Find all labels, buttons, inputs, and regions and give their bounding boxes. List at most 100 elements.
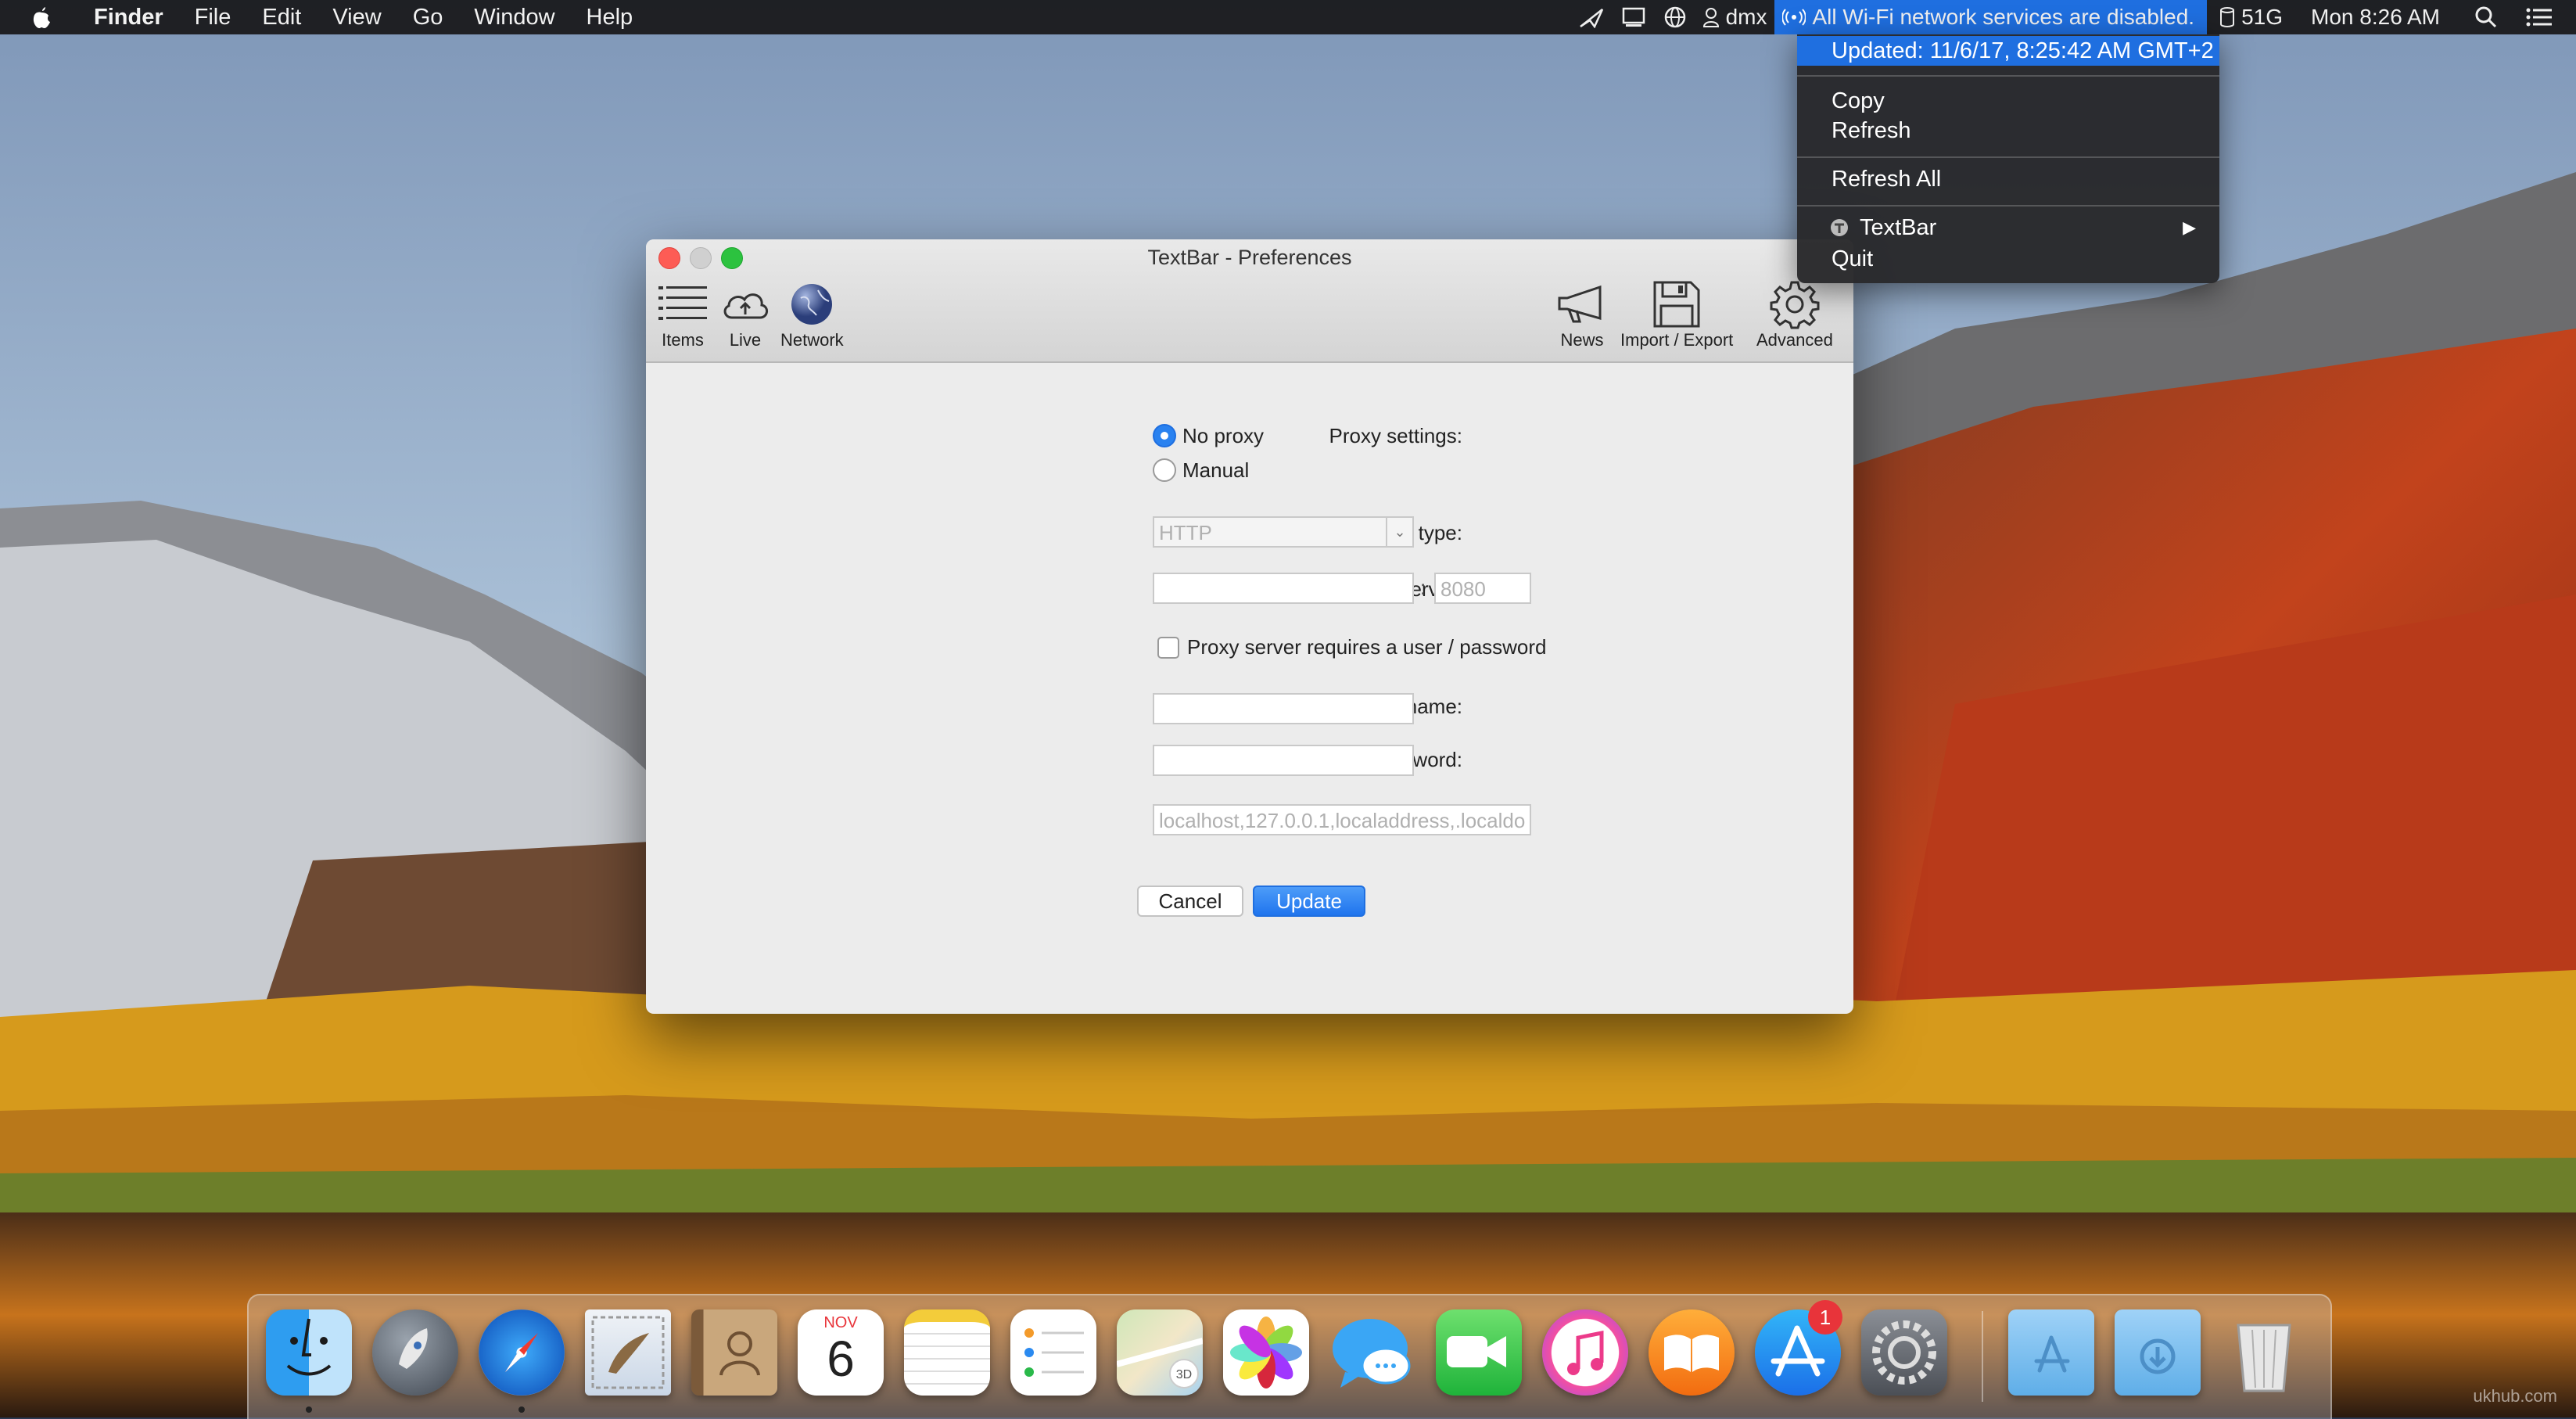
window-toolbar: TextBar - Preferences Items Live Network… <box>646 239 1853 363</box>
applications-folder-dock-icon[interactable] <box>2008 1309 2094 1396</box>
apple-menu-icon[interactable] <box>0 0 78 34</box>
storage-status[interactable]: 51G <box>2212 0 2291 34</box>
spotlight-search-icon[interactable] <box>2460 0 2512 34</box>
megaphone-icon <box>1555 278 1609 330</box>
menu-view[interactable]: View <box>317 0 396 34</box>
network-globe-icon <box>784 278 839 330</box>
maps-dock-icon[interactable]: 3D <box>1115 1309 1204 1396</box>
ibooks-dock-icon[interactable] <box>1649 1309 1735 1396</box>
cloud-upload-icon <box>718 278 773 330</box>
wifi-status-text: All Wi-Fi network services are disabled. <box>1812 5 2195 29</box>
menu-file[interactable]: File <box>179 0 247 34</box>
toolbar-news-label: News <box>1560 330 1604 350</box>
no-proxy-radio[interactable] <box>1153 424 1176 447</box>
menu-separator <box>1797 156 2219 158</box>
menu-window[interactable]: Window <box>458 0 570 34</box>
toolbar-import-export-button[interactable]: Import / Export <box>1620 278 1733 350</box>
toolbar-advanced-label: Advanced <box>1756 330 1833 350</box>
toolbar-live-button[interactable]: Live <box>718 278 773 350</box>
app-store-badge: 1 <box>1808 1300 1842 1335</box>
globe-status-icon[interactable] <box>1656 0 1695 34</box>
bypass-placeholder: localhost,127.0.0.1,localaddress,.locald… <box>1159 809 1526 832</box>
proxy-type-select[interactable]: HTTP ⌄ <box>1153 516 1414 548</box>
toolbar-items-button[interactable]: Items <box>655 278 710 350</box>
bypass-input[interactable]: localhost,127.0.0.1,localaddress,.locald… <box>1153 804 1531 835</box>
port-input[interactable]: 8080 <box>1434 573 1531 604</box>
airdrop-status-icon[interactable] <box>1571 0 1613 34</box>
toolbar-items-label: Items <box>662 330 704 350</box>
menu-item-textbar-label: TextBar <box>1860 214 1937 240</box>
watermark-text: ukhub.com <box>2473 1386 2557 1406</box>
menu-edit[interactable]: Edit <box>246 0 317 34</box>
dock-divider <box>1982 1311 1983 1402</box>
cancel-button[interactable]: Cancel <box>1137 886 1243 917</box>
menu-help[interactable]: Help <box>571 0 649 34</box>
safari-dock-icon[interactable] <box>479 1309 565 1396</box>
textbar-app-icon <box>1831 219 1848 236</box>
notification-center-icon[interactable] <box>2512 0 2576 34</box>
menu-item-updated[interactable]: Updated: 11/6/17, 8:25:42 AM GMT+2 <box>1797 36 2219 66</box>
wifi-textbar-item[interactable]: All Wi-Fi network services are disabled. <box>1774 0 2208 34</box>
toolbar-network-button[interactable]: Network <box>780 278 844 350</box>
calendar-dock-icon[interactable]: NOV 6 <box>798 1309 884 1396</box>
toolbar-network-label: Network <box>780 330 844 350</box>
display-status-icon[interactable] <box>1613 0 1656 34</box>
launchpad-dock-icon[interactable] <box>372 1309 458 1396</box>
messages-dock-icon[interactable] <box>1329 1309 1415 1396</box>
calendar-day: 6 <box>827 1331 855 1387</box>
user-icon <box>1702 8 1719 27</box>
proxy-type-value: HTTP <box>1159 521 1212 544</box>
requires-auth-checkbox[interactable] <box>1157 637 1179 659</box>
notes-dock-icon[interactable] <box>904 1309 990 1396</box>
svg-text:3D: 3D <box>1176 1368 1192 1381</box>
finder-dock-icon[interactable] <box>266 1309 352 1396</box>
menu-bar: Finder File Edit View Go Window Help dmx… <box>0 0 2576 34</box>
contacts-dock-icon[interactable] <box>691 1309 777 1396</box>
requires-auth-label[interactable]: Proxy server requires a user / password <box>1187 635 1547 659</box>
menu-separator <box>1797 75 2219 77</box>
clock[interactable]: Mon 8:26 AM <box>2291 0 2460 34</box>
toolbar-advanced-button[interactable]: Advanced <box>1756 278 1833 350</box>
downloads-folder-dock-icon[interactable] <box>2115 1309 2201 1396</box>
manual-proxy-radio[interactable] <box>1153 458 1176 482</box>
window-title: TextBar - Preferences <box>1147 246 1352 269</box>
trash-dock-icon[interactable] <box>2221 1309 2307 1396</box>
gear-icon <box>1767 278 1822 330</box>
menu-item-refresh[interactable]: Refresh <box>1797 116 2219 145</box>
submenu-arrow-icon: ▶ <box>2183 217 2196 237</box>
dock: NOV 6 3D <box>247 1294 2332 1419</box>
update-button[interactable]: Update <box>1253 886 1365 917</box>
wifi-broadcast-icon <box>1782 9 1806 26</box>
itunes-dock-icon[interactable] <box>1542 1309 1628 1396</box>
toolbar-news-button[interactable]: News <box>1555 278 1609 350</box>
storage-text: 51G <box>2241 5 2284 29</box>
port-placeholder: 8080 <box>1440 577 1486 601</box>
floppy-disk-icon <box>1649 278 1704 330</box>
list-icon <box>655 278 710 330</box>
system-preferences-dock-icon[interactable] <box>1861 1309 1947 1396</box>
username-input[interactable] <box>1153 693 1414 724</box>
facetime-dock-icon[interactable] <box>1436 1309 1522 1396</box>
running-indicator <box>306 1406 312 1413</box>
no-proxy-label[interactable]: No proxy <box>1182 424 1264 448</box>
manual-label[interactable]: Manual <box>1182 458 1249 483</box>
menu-finder[interactable]: Finder <box>78 0 179 34</box>
menu-item-copy[interactable]: Copy <box>1797 86 2219 116</box>
menu-item-refresh-all[interactable]: Refresh All <box>1797 164 2219 194</box>
port-separator: : <box>1420 576 1426 599</box>
server-input[interactable] <box>1153 573 1414 604</box>
toolbar-live-label: Live <box>729 330 762 350</box>
menu-separator <box>1797 205 2219 207</box>
chevron-down-icon: ⌄ <box>1386 518 1412 546</box>
photos-dock-icon[interactable] <box>1223 1309 1309 1396</box>
user-status[interactable]: dmx <box>1695 0 1775 34</box>
menu-item-quit[interactable]: Quit <box>1797 244 2219 274</box>
menu-item-textbar[interactable]: TextBar ▶ <box>1797 213 2219 242</box>
disk-icon <box>2220 7 2235 27</box>
menu-go[interactable]: Go <box>397 0 459 34</box>
preferences-window: TextBar - Preferences Items Live Network… <box>646 239 1853 1014</box>
radio-dot <box>1161 432 1168 440</box>
reminders-dock-icon[interactable] <box>1010 1309 1096 1396</box>
password-input[interactable] <box>1153 745 1414 776</box>
mail-dock-icon[interactable] <box>585 1309 671 1396</box>
